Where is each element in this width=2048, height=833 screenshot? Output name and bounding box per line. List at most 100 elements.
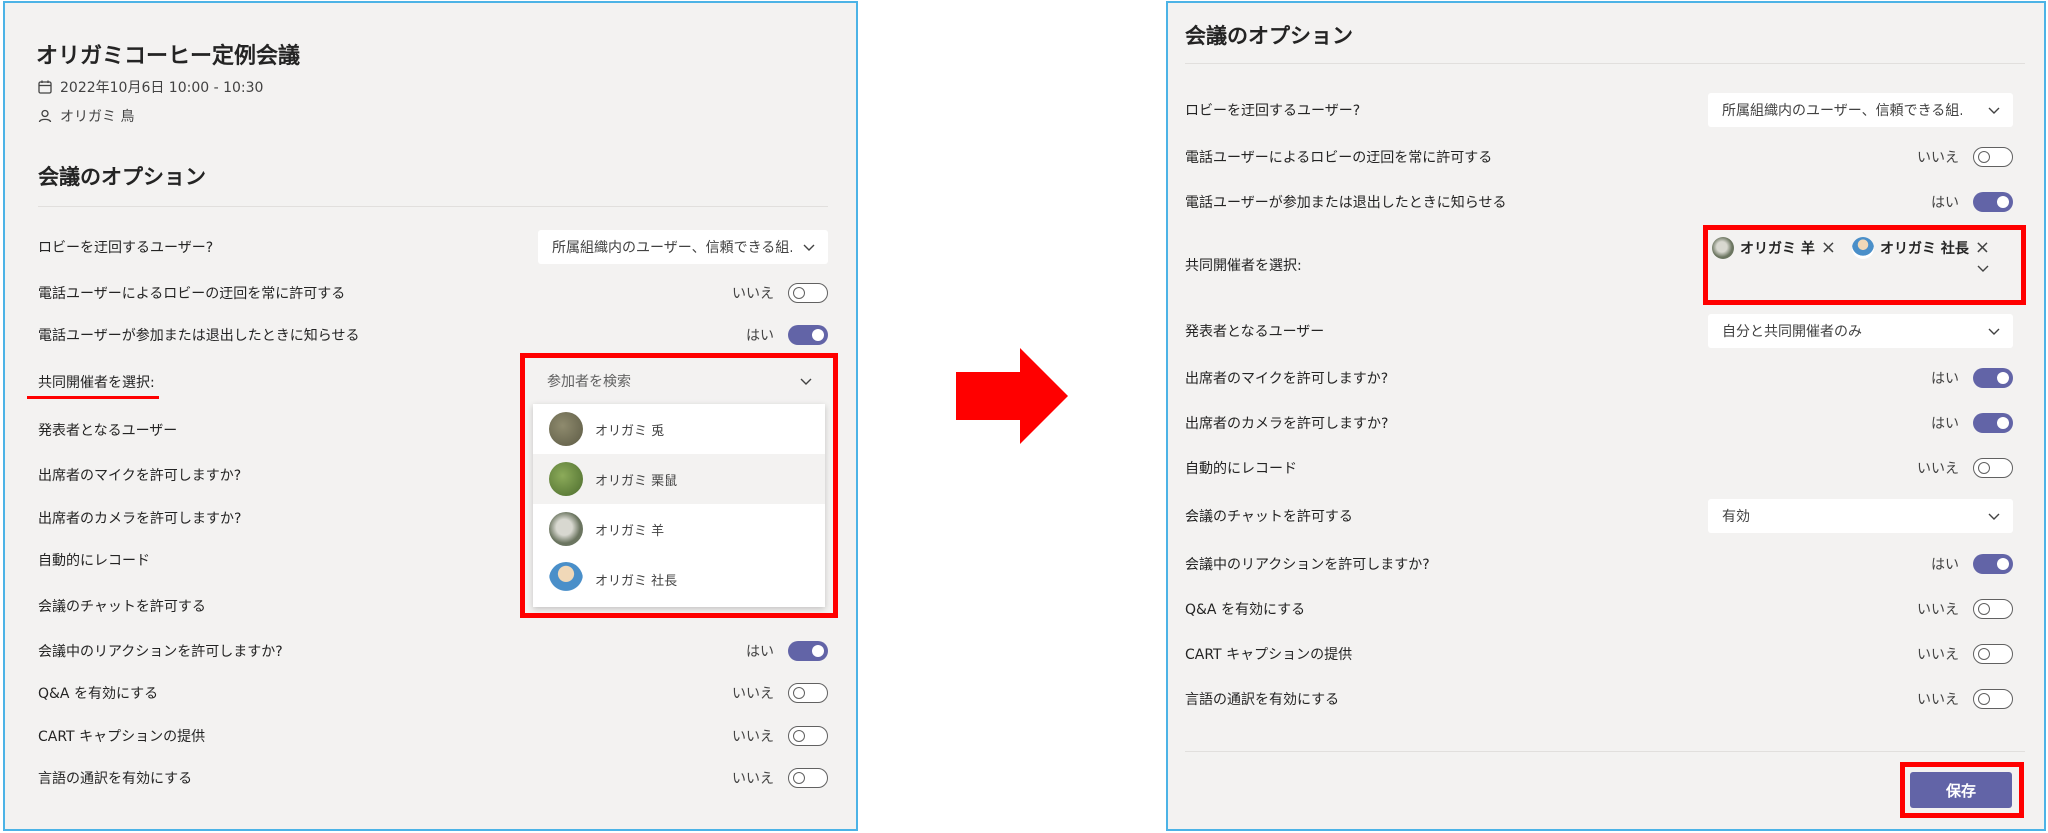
toggle-knob <box>793 287 805 299</box>
bypass-lobby-select[interactable]: 所属組織内のユーザー、信頼できる組... <box>538 230 828 264</box>
interpretation-toggle[interactable] <box>1973 689 2013 709</box>
option-cart: CART キャプションの提供 いいえ <box>38 720 828 752</box>
toggle-knob <box>1997 372 2009 384</box>
option-label: ロビーを迂回するユーザー? <box>38 240 214 256</box>
highlight-box <box>1900 762 2024 818</box>
bypass-lobby-select[interactable]: 所属組織内のユーザー、信頼できる組... <box>1708 93 2013 127</box>
toggle-state-text: いいえ <box>732 771 774 787</box>
option-label: 会議中のリアクションを許可しますか? <box>1185 557 1430 573</box>
option-chat: 会議のチャットを許可する <box>38 590 438 622</box>
toggle-state-text: はい <box>1931 371 1959 387</box>
interpretation-toggle[interactable] <box>788 768 828 788</box>
chevron-down-icon <box>1988 328 2000 335</box>
option-label: 言語の通訳を有効にする <box>38 771 193 787</box>
option-label: 発表者となるユーザー <box>38 423 178 439</box>
toggle-knob <box>1978 603 1990 615</box>
meeting-options-after: 会議のオプション ロビーを迂回するユーザー? 所属組織内のユーザー、信頼できる組… <box>1166 1 2046 831</box>
phone-announce-toggle[interactable] <box>788 325 828 345</box>
toggle-state-text: いいえ <box>1917 692 1959 708</box>
toggle-state-text: いいえ <box>732 729 774 745</box>
option-label: Q&A を有効にする <box>1185 602 1306 618</box>
toggle-state-text: はい <box>1931 195 1959 211</box>
toggle-knob <box>812 645 824 657</box>
select-value: 有効 <box>1722 509 1750 525</box>
cart-toggle[interactable] <box>788 726 828 746</box>
option-camera: 出席者のカメラを許可しますか? <box>38 502 438 534</box>
presenters-select[interactable]: 自分と共同開催者のみ <box>1708 314 2013 348</box>
toggle-state-text: いいえ <box>1917 647 1959 663</box>
toggle-state-text: はい <box>1931 416 1959 432</box>
toggle-state-text: はい <box>1931 557 1959 573</box>
person-icon <box>38 109 52 123</box>
option-presenters: 発表者となるユーザー 自分と共同開催者のみ <box>1185 314 2025 348</box>
phone-bypass-toggle[interactable] <box>788 283 828 303</box>
option-label: 会議のチャットを許可する <box>1185 509 1353 525</box>
toggle-state-text: はい <box>746 644 774 660</box>
option-cart: CART キャプションの提供 いいえ <box>1185 638 2025 670</box>
option-camera: 出席者のカメラを許可しますか? はい <box>1185 407 2025 439</box>
highlight-box <box>1703 225 2026 305</box>
toggle-state-text: いいえ <box>1917 602 1959 618</box>
option-bypass-lobby: ロビーを迂回するユーザー? 所属組織内のユーザー、信頼できる組... <box>38 230 828 264</box>
option-phone-announce: 電話ユーザーが参加または退出したときに知らせる はい <box>1185 186 2025 218</box>
option-co-organizers: 共同開催者を選択: <box>1185 249 1585 281</box>
option-label: 電話ユーザーによるロビーの迂回を常に許可する <box>38 286 346 302</box>
toggle-knob <box>1978 462 1990 474</box>
chevron-down-icon <box>1988 513 2000 520</box>
meeting-organizer: オリガミ 鳥 <box>38 106 134 126</box>
toggle-state-text: いいえ <box>732 286 774 302</box>
toggle-knob <box>793 687 805 699</box>
toggle-knob <box>1978 648 1990 660</box>
camera-toggle[interactable] <box>1973 413 2013 433</box>
mic-toggle[interactable] <box>1973 368 2013 388</box>
phone-announce-toggle[interactable] <box>1973 192 2013 212</box>
option-mic: 出席者のマイクを許可しますか? <box>38 459 438 491</box>
option-label: 自動的にレコード <box>1185 461 1297 477</box>
calendar-icon <box>38 80 52 94</box>
option-interpretation: 言語の通訳を有効にする いいえ <box>38 762 828 794</box>
meeting-options-before: オリガミコーヒー定例会議 2022年10月6日 10:00 - 10:30 オリ… <box>3 1 858 831</box>
option-mic: 出席者のマイクを許可しますか? はい <box>1185 362 2025 394</box>
toggle-knob <box>1978 693 1990 705</box>
toggle-knob <box>812 329 824 341</box>
phone-bypass-toggle[interactable] <box>1973 147 2013 167</box>
meeting-date: 2022年10月6日 10:00 - 10:30 <box>38 77 263 97</box>
toggle-state-text: いいえ <box>732 686 774 702</box>
select-value: 所属組織内のユーザー、信頼できる組... <box>1722 103 1962 119</box>
option-reactions: 会議中のリアクションを許可しますか? はい <box>38 635 828 667</box>
option-label: CART キャプションの提供 <box>1185 647 1353 663</box>
option-label: 電話ユーザーによるロビーの迂回を常に許可する <box>1185 150 1493 166</box>
option-label: 言語の通訳を有効にする <box>1185 692 1340 708</box>
option-qa: Q&A を有効にする いいえ <box>38 677 828 709</box>
chat-select[interactable]: 有効 <box>1708 499 2013 533</box>
highlight-box <box>520 353 838 618</box>
arrow-right-icon <box>956 348 1068 444</box>
toggle-knob <box>1997 196 2009 208</box>
option-record: 自動的にレコード <box>38 544 438 576</box>
divider <box>38 206 828 207</box>
toggle-state-text: いいえ <box>1917 150 1959 166</box>
option-label: 発表者となるユーザー <box>1185 324 1325 340</box>
chevron-down-icon <box>1988 107 2000 114</box>
option-phone-announce: 電話ユーザーが参加または退出したときに知らせる はい <box>38 319 828 351</box>
section-title: 会議のオプション <box>1185 24 1353 48</box>
reactions-toggle[interactable] <box>788 641 828 661</box>
option-reactions: 会議中のリアクションを許可しますか? はい <box>1185 548 2025 580</box>
reactions-toggle[interactable] <box>1973 554 2013 574</box>
meeting-date-text: 2022年10月6日 10:00 - 10:30 <box>60 80 264 96</box>
chevron-down-icon <box>803 244 815 251</box>
option-phone-bypass: 電話ユーザーによるロビーの迂回を常に許可する いいえ <box>38 277 828 309</box>
divider <box>1185 63 2025 64</box>
record-toggle[interactable] <box>1973 458 2013 478</box>
option-label: 出席者のマイクを許可しますか? <box>1185 371 1389 387</box>
option-label: 出席者のマイクを許可しますか? <box>38 468 242 484</box>
toggle-state-text: いいえ <box>1917 461 1959 477</box>
option-bypass-lobby: ロビーを迂回するユーザー? 所属組織内のユーザー、信頼できる組... <box>1185 93 2025 127</box>
option-label: 電話ユーザーが参加または退出したときに知らせる <box>1185 195 1507 211</box>
qa-toggle[interactable] <box>1973 599 2013 619</box>
option-phone-bypass: 電話ユーザーによるロビーの迂回を常に許可する いいえ <box>1185 141 2025 173</box>
cart-toggle[interactable] <box>1973 644 2013 664</box>
qa-toggle[interactable] <box>788 683 828 703</box>
divider <box>1185 751 2025 752</box>
option-label: 電話ユーザーが参加または退出したときに知らせる <box>38 328 360 344</box>
